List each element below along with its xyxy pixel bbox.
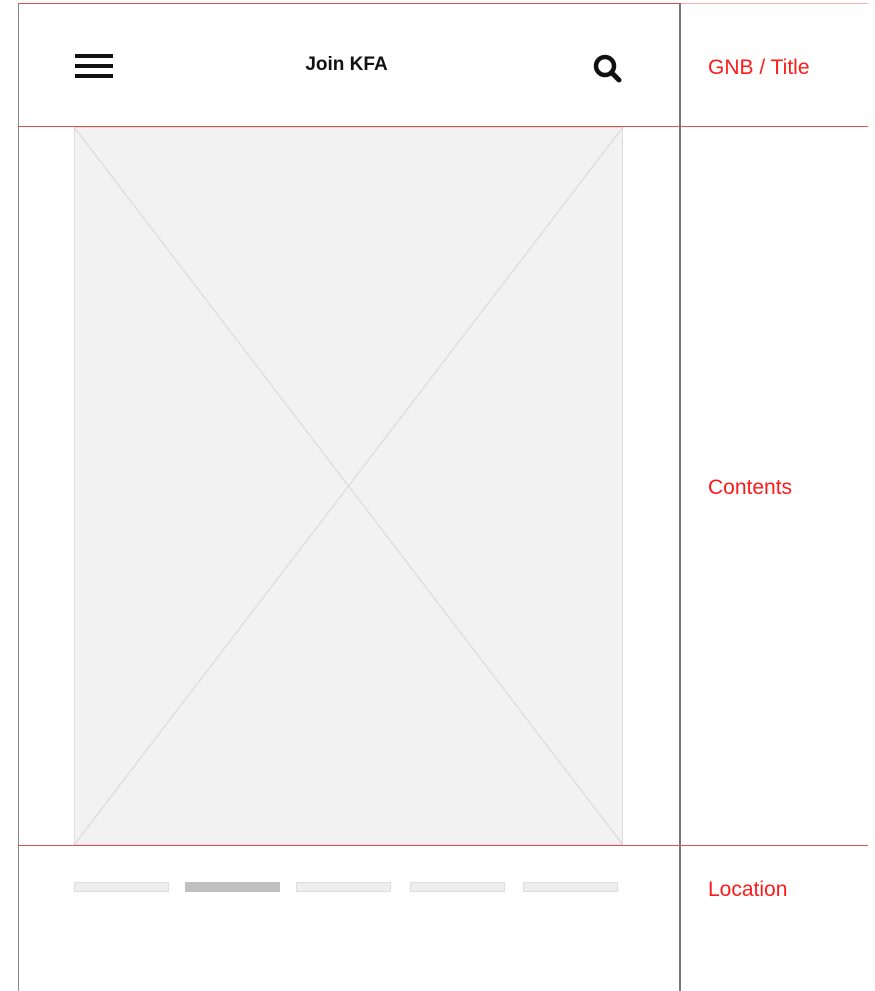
guide-line-contents (18, 845, 868, 846)
annotation-location: Location (708, 878, 788, 901)
annotation-contents: Contents (708, 476, 793, 499)
guide-line-top-right (681, 3, 868, 4)
gnb-header: Join KFA (19, 4, 679, 126)
location-indicator[interactable] (410, 882, 505, 892)
location-indicator[interactable] (523, 882, 618, 892)
location-indicator[interactable] (74, 882, 169, 892)
location-indicator-active[interactable] (185, 882, 280, 892)
frame-left-border (18, 3, 19, 991)
wireframe-canvas: Join KFA GNB / Title Contents Location (0, 0, 875, 991)
image-placeholder (73, 126, 624, 846)
annotation-gnb-title: GNB / Title (708, 56, 810, 79)
frame-right-border (679, 3, 681, 991)
search-icon[interactable] (591, 52, 625, 86)
location-indicator[interactable] (296, 882, 391, 892)
page-title: Join KFA (305, 54, 388, 75)
